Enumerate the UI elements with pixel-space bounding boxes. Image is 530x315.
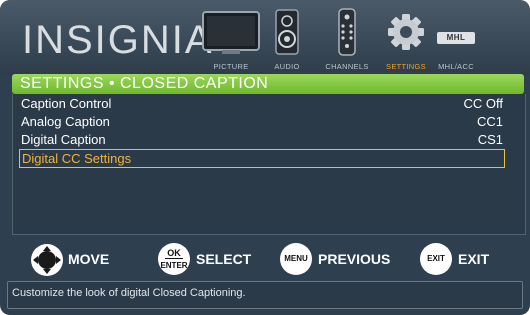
menu-button-icon: MENU: [280, 243, 312, 275]
menu-title-bar: SETTINGS • CLOSED CAPTION: [12, 74, 524, 94]
menu-label: MENU: [284, 254, 308, 263]
setting-label: Digital CC Settings: [22, 151, 132, 166]
gear-icon: [388, 14, 424, 50]
ok-divider: [165, 258, 183, 259]
setting-value: CC1: [476, 114, 503, 129]
nav-label-audio: AUDIO: [274, 62, 300, 71]
nav-label-channels: CHANNELS: [325, 62, 369, 71]
nav-item-picture[interactable]: PICTURE: [200, 6, 262, 76]
help-description: Customize the look of digital Closed Cap…: [12, 287, 246, 299]
tv-screen: INSIGNIA PICTURE AUDIO CHANNELS SETTINGS…: [0, 0, 530, 315]
dpad-icon: [31, 244, 63, 276]
nav-item-audio[interactable]: AUDIO: [268, 6, 306, 76]
ok-label: OK: [167, 248, 181, 258]
setting-value: CS1: [477, 132, 503, 147]
exit-button-label: EXIT: [427, 254, 445, 263]
hint-exit-label: EXIT: [458, 251, 490, 267]
hint-move-label: MOVE: [68, 251, 110, 267]
settings-panel: Caption Control CC Off Analog Caption CC…: [12, 94, 526, 235]
setting-row-digital-cc-settings[interactable]: Digital CC Settings: [19, 149, 505, 168]
menu-header: INSIGNIA PICTURE AUDIO CHANNELS SETTINGS…: [0, 0, 530, 74]
nav-item-channels[interactable]: CHANNELS: [322, 6, 372, 76]
setting-row-caption-control[interactable]: Caption Control CC Off: [21, 95, 503, 113]
menu-title: SETTINGS • CLOSED CAPTION: [20, 75, 269, 92]
setting-label: Caption Control: [21, 96, 112, 111]
nav-item-mhl-acc[interactable]: MHL MHL/ACC: [434, 6, 478, 76]
nav-label-settings: SETTINGS: [386, 62, 426, 71]
setting-row-digital-caption[interactable]: Digital Caption CS1: [21, 131, 503, 149]
brand-logo: INSIGNIA: [22, 18, 214, 62]
mhl-badge-text: MHL: [446, 33, 466, 42]
mhl-icon: MHL: [437, 32, 475, 44]
hint-previous: MENU PREVIOUS: [280, 243, 400, 277]
enter-label: ENTER: [160, 261, 188, 270]
setting-value: CC Off: [463, 96, 504, 111]
hint-move: MOVE: [30, 243, 140, 277]
hint-exit: EXIT EXIT: [420, 243, 510, 277]
exit-button-icon: EXIT: [420, 243, 452, 275]
hint-select-label: SELECT: [196, 251, 252, 267]
speaker-icon: [275, 9, 299, 55]
hint-previous-label: PREVIOUS: [318, 251, 391, 267]
remote-icon: [338, 8, 356, 56]
ok-enter-icon: OK ENTER: [158, 243, 190, 275]
nav-label-mhl-acc: MHL/ACC: [438, 62, 474, 71]
tv-icon: [202, 11, 260, 54]
nav-label-picture: PICTURE: [213, 62, 249, 71]
setting-row-analog-caption[interactable]: Analog Caption CC1: [21, 113, 503, 131]
hint-select: OK ENTER SELECT: [158, 243, 268, 277]
setting-label: Analog Caption: [21, 114, 110, 129]
setting-label: Digital Caption: [21, 132, 106, 147]
nav-item-settings[interactable]: SETTINGS: [384, 6, 428, 76]
help-description-box: Customize the look of digital Closed Cap…: [7, 281, 523, 309]
